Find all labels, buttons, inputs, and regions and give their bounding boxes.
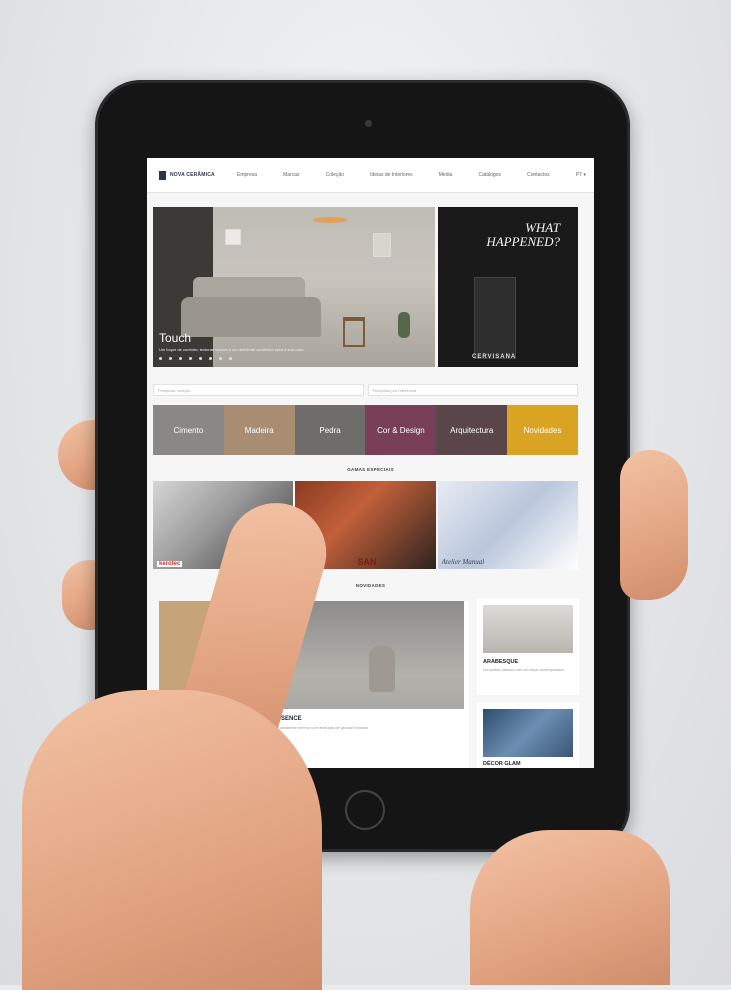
language-selector[interactable]: PT ▾	[576, 172, 586, 178]
hero-wall-frame	[373, 233, 391, 257]
category-strip: Cimento Madeira Pedra Cor & Design Arqui…	[153, 405, 578, 455]
carousel-dot[interactable]	[209, 357, 212, 360]
carousel-dots	[159, 357, 232, 360]
carousel-dot[interactable]	[179, 357, 182, 360]
menu-item-media[interactable]: Media	[439, 172, 453, 178]
category-novidades[interactable]: Novidades	[507, 405, 578, 455]
menu-item-ideias[interactable]: Ideias de Interiores	[370, 172, 413, 178]
menu-item-marcas[interactable]: Marcas	[283, 172, 299, 178]
gama-label: kerotec	[157, 561, 183, 567]
card-image	[483, 709, 573, 757]
promo-banner[interactable]: WHAT HAPPENED? CERVISANA	[438, 207, 578, 367]
card-title: DÉCOR GLAM	[483, 761, 521, 767]
category-label: Cor & Design	[377, 425, 425, 435]
hero-title: Touch	[159, 331, 192, 345]
novidades-card[interactable]: DÉCOR GLAM	[477, 703, 579, 768]
logo-text: NOVA CERÂMICA	[170, 172, 215, 178]
home-button[interactable]	[345, 790, 385, 830]
promo-image	[474, 277, 516, 359]
reference-search-input[interactable]: Pesquisar por referência	[367, 384, 578, 396]
carousel-dot[interactable]	[169, 357, 172, 360]
section-title-gamas: GAMAS ESPECIAIS	[347, 467, 394, 472]
urn-image	[369, 646, 395, 692]
collection-search-input[interactable]: Pesquisar coleção	[153, 384, 364, 396]
novidades-desc: Um ambiente sereno com texturas de grand…	[273, 725, 368, 730]
hero-side-table	[343, 317, 365, 347]
camera-icon	[365, 120, 372, 127]
site-logo[interactable]: NOVA CERÂMICA	[159, 170, 237, 180]
carousel-dot[interactable]	[199, 357, 202, 360]
category-label: Madeira	[244, 425, 274, 435]
right-hand-base	[470, 830, 670, 985]
gama-label: Atelier Manual	[441, 558, 485, 566]
carousel-dot[interactable]	[159, 357, 162, 360]
category-cor-design[interactable]: Cor & Design	[365, 405, 437, 455]
promo-brand: CERVISANA	[472, 354, 517, 360]
card-desc: Um padrão clássico com um toque contempo…	[483, 668, 565, 672]
logo-mark-icon	[159, 170, 166, 180]
gama-card[interactable]: Atelier Manual	[437, 481, 578, 569]
category-cimento[interactable]: Cimento	[153, 405, 224, 455]
category-label: Pedra	[319, 425, 341, 435]
search-row: Pesquisar coleção Pesquisar por referênc…	[153, 384, 578, 396]
category-label: Cimento	[173, 425, 204, 435]
category-pedra[interactable]: Pedra	[294, 405, 366, 455]
carousel-dot[interactable]	[229, 357, 232, 360]
carousel-dot[interactable]	[219, 357, 222, 360]
main-menu: Empresa Marcas Coleção Ideias de Interio…	[237, 172, 594, 178]
hero-wall-frame	[225, 229, 241, 245]
menu-item-catalogos[interactable]: Catálogos	[478, 172, 501, 178]
category-madeira[interactable]: Madeira	[223, 405, 295, 455]
pointing-hand	[22, 690, 322, 990]
hero-subtitle: Um toque de conforto; texturas suaves e …	[159, 347, 304, 352]
hero-carousel[interactable]: Touch Um toque de conforto; texturas sua…	[153, 207, 435, 367]
category-label: Arquitectura	[450, 425, 494, 435]
hero-vase	[398, 312, 410, 338]
hero-lamp	[313, 217, 347, 223]
special-ranges: kerotec SAN Atelier Manual	[153, 481, 578, 569]
category-label: Novidades	[523, 425, 562, 435]
top-navigation: NOVA CERÂMICA Empresa Marcas Coleção Ide…	[147, 158, 594, 193]
hero-sofa	[181, 297, 321, 337]
card-image	[483, 605, 573, 653]
promo-headline: WHAT HAPPENED?	[486, 220, 560, 249]
gama-label: SAN	[357, 557, 377, 567]
menu-item-colecao[interactable]: Coleção	[326, 172, 344, 178]
novidades-card[interactable]: ARABESQUE Um padrão clássico com um toqu…	[477, 599, 579, 695]
carousel-dot[interactable]	[189, 357, 192, 360]
menu-item-empresa[interactable]: Empresa	[237, 172, 257, 178]
novidades-side: ARABESQUE Um padrão clássico com um toqu…	[477, 599, 579, 768]
right-hand	[620, 450, 688, 600]
category-arquitectura[interactable]: Arquitectura	[436, 405, 508, 455]
card-title: ARABESQUE	[483, 659, 519, 665]
menu-item-contactos[interactable]: Contactos	[527, 172, 550, 178]
